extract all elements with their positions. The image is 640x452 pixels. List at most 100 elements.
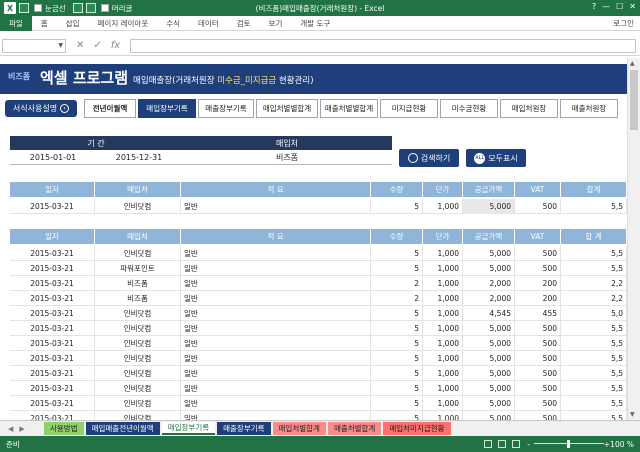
cell-vendor[interactable]: 인비닷컴 (95, 351, 181, 366)
nav-purchase-by-vendor[interactable]: 매입처별별합계 (256, 99, 318, 118)
cell-date[interactable]: 2015-03-21 (10, 321, 95, 336)
cell-supply[interactable]: 5,000 (463, 351, 515, 366)
nav-customer-ledger[interactable]: 매출처원장 (560, 99, 618, 118)
usage-guide-button[interactable]: 서식사용설명 › (5, 100, 77, 117)
tab-formulas[interactable]: 수식 (157, 18, 189, 29)
cell-price[interactable]: 1,000 (423, 246, 463, 261)
cell-total[interactable]: 5,5 (561, 336, 627, 351)
summary-row[interactable]: 2015-03-21 인비닷컴 일반 5 1,000 5,000 500 5,5 (10, 199, 627, 214)
cell-supply[interactable]: 2,000 (463, 291, 515, 306)
cell-total[interactable]: 5,5 (561, 381, 627, 396)
zoom-level[interactable]: 100 % (610, 440, 634, 449)
date-from-input[interactable]: 2015-01-01 (10, 150, 96, 165)
table-row[interactable]: 2015-03-21 인비닷컴 일반 5 1,000 5,000 500 5,5 (10, 351, 627, 366)
cell-vat[interactable]: 500 (515, 336, 561, 351)
cell-price[interactable]: 1,000 (423, 321, 463, 336)
cell-supply[interactable]: 5,000 (463, 261, 515, 276)
prev-sheet-icon[interactable]: ◀ (8, 425, 13, 433)
cell-vendor[interactable]: 비즈폼 (95, 276, 181, 291)
table-row[interactable]: 2015-03-21 인비닷컴 일반 5 1,000 5,000 500 5,5 (10, 321, 627, 336)
cell-vendor[interactable]: 인비닷컴 (95, 411, 181, 420)
cell-vendor[interactable]: 인비닷컴 (95, 199, 181, 214)
cell-vat[interactable]: 455 (515, 306, 561, 321)
sheet-tab-purchase-totals[interactable]: 매입처별합계 (272, 422, 326, 435)
cell-date[interactable]: 2015-03-21 (10, 199, 95, 214)
cell-total[interactable]: 5,5 (561, 321, 627, 336)
sheet-tab-usage[interactable]: 사용방법 (44, 422, 84, 435)
date-to-input[interactable]: 2015-12-31 (96, 150, 182, 165)
page-break-view-icon[interactable] (512, 440, 520, 448)
zoom-slider-knob[interactable] (567, 440, 570, 448)
cell-price[interactable]: 1,000 (423, 381, 463, 396)
cell-total[interactable]: 5,5 (561, 366, 627, 381)
save-icon[interactable] (19, 3, 29, 13)
zoom-in-button[interactable]: + (604, 440, 610, 449)
table-row[interactable]: 2015-03-21 인비닷컴 일반 5 1,000 5,000 500 5,5 (10, 246, 627, 261)
cell-vendor[interactable]: 인비닷컴 (95, 396, 181, 411)
sheet-nav[interactable]: ◀ ▶ (0, 425, 44, 433)
cell-total[interactable]: 5,5 (561, 396, 627, 411)
sign-in-link[interactable]: 로그인 (613, 18, 634, 29)
cell-qty[interactable]: 5 (371, 336, 423, 351)
cell-supply[interactable]: 4,545 (463, 306, 515, 321)
cell-qty[interactable]: 5 (371, 381, 423, 396)
cell-memo[interactable]: 일반 (181, 336, 371, 351)
cell-date[interactable]: 2015-03-21 (10, 366, 95, 381)
cell-supply[interactable]: 5,000 (463, 366, 515, 381)
cell-qty[interactable]: 2 (371, 276, 423, 291)
tab-page-layout[interactable]: 페이지 레이아웃 (89, 18, 158, 29)
cell-qty[interactable]: 5 (371, 246, 423, 261)
cell-vat[interactable]: 500 (515, 396, 561, 411)
cell-memo[interactable]: 일반 (181, 261, 371, 276)
table-row[interactable]: 2015-03-21 인비닷컴 일반 5 1,000 5,000 500 5,5 (10, 336, 627, 351)
table-row[interactable]: 2015-03-21 비즈폼 일반 2 1,000 2,000 200 2,2 (10, 291, 627, 306)
tab-insert[interactable]: 삽입 (57, 18, 89, 29)
cell-price[interactable]: 1,000 (423, 261, 463, 276)
tab-view[interactable]: 보기 (260, 18, 292, 29)
cell-memo[interactable]: 일반 (181, 276, 371, 291)
nav-sales-ledger[interactable]: 매출장부기록 (198, 99, 254, 118)
table-row[interactable]: 2015-03-21 파워포인트 일반 5 1,000 5,000 500 5,5 (10, 261, 627, 276)
cell-price[interactable]: 1,000 (423, 306, 463, 321)
cell-date[interactable]: 2015-03-21 (10, 351, 95, 366)
maximize-icon[interactable]: ☐ (616, 2, 623, 11)
cell-memo[interactable]: 일반 (181, 291, 371, 306)
sheet-tab-sales-ledger[interactable]: 매출장부기록 (217, 422, 271, 435)
cell-vendor[interactable]: 인비닷컴 (95, 366, 181, 381)
cell-memo[interactable]: 일반 (181, 366, 371, 381)
cell-vat[interactable]: 500 (515, 366, 561, 381)
view-buttons[interactable] (484, 440, 520, 448)
cell-memo[interactable]: 일반 (181, 396, 371, 411)
name-box[interactable]: ▼ (2, 38, 66, 53)
cell-total[interactable]: 5,0 (561, 306, 627, 321)
cell-price[interactable]: 1,000 (423, 366, 463, 381)
close-icon[interactable]: ✕ (629, 2, 636, 11)
cell-vat[interactable]: 200 (515, 291, 561, 306)
cell-qty[interactable]: 5 (371, 306, 423, 321)
play-icon[interactable] (85, 3, 96, 13)
cell-supply[interactable]: 5,000 (463, 381, 515, 396)
cell-memo[interactable]: 일반 (181, 199, 371, 214)
minimize-icon[interactable]: — (602, 2, 610, 11)
cell-supply[interactable]: 2,000 (463, 276, 515, 291)
tab-review[interactable]: 검토 (228, 18, 260, 29)
cell-total[interactable]: 2,2 (561, 276, 627, 291)
cell-vat[interactable]: 500 (515, 411, 561, 420)
help-icon[interactable]: ? (592, 2, 596, 11)
table-row[interactable]: 2015-03-21 인비닷컴 일반 5 1,000 5,000 500 5,5 (10, 366, 627, 381)
cell-vat[interactable]: 500 (515, 199, 561, 214)
scroll-thumb[interactable] (630, 70, 638, 130)
table-row[interactable]: 2015-03-21 인비닷컴 일반 5 1,000 5,000 500 5,5 (10, 381, 627, 396)
enter-formula-icon[interactable]: ✓ (93, 40, 101, 51)
cell-supply[interactable]: 5,000 (463, 396, 515, 411)
tab-home[interactable]: 홈 (32, 18, 57, 29)
cell-qty[interactable]: 5 (371, 396, 423, 411)
cell-supply[interactable]: 5,000 (463, 411, 515, 420)
cell-date[interactable]: 2015-03-21 (10, 381, 95, 396)
tab-data[interactable]: 데이터 (189, 18, 228, 29)
cell-date[interactable]: 2015-03-21 (10, 411, 95, 420)
cell-memo[interactable]: 일반 (181, 381, 371, 396)
cell-price[interactable]: 1,000 (423, 351, 463, 366)
gridlines-checkbox[interactable] (34, 4, 42, 12)
cell-date[interactable]: 2015-03-21 (10, 246, 95, 261)
